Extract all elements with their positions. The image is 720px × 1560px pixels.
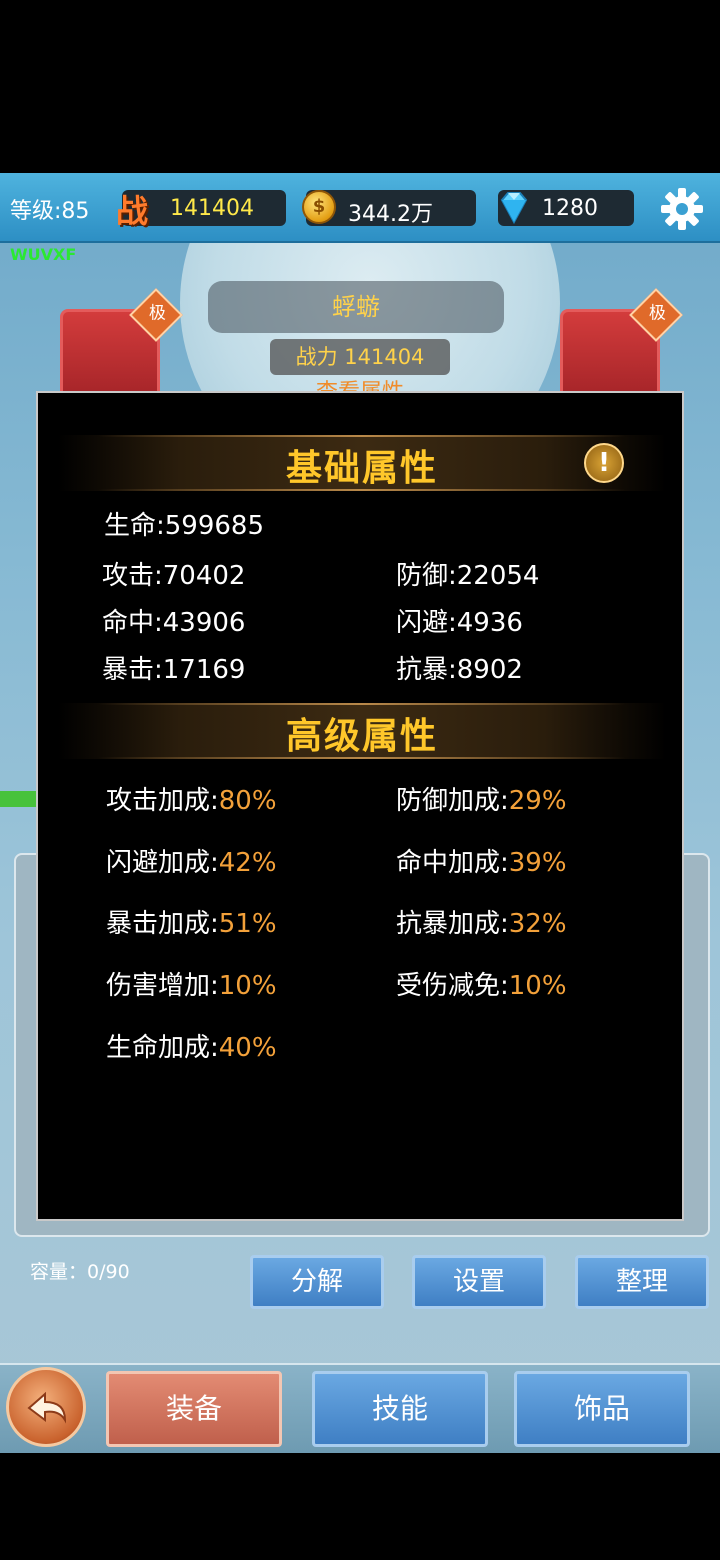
stat-hp: 生命:599685 bbox=[104, 511, 265, 541]
adv-crit-bonus: 暴击加成:51% bbox=[106, 909, 277, 939]
adv-dodge-bonus: 闪避加成:42% bbox=[106, 848, 277, 878]
basic-attributes-title: 基础属性 bbox=[285, 448, 438, 489]
decompose-button[interactable]: 分解 bbox=[250, 1255, 384, 1309]
top-status-bar: 等级:85 战 141404 $ 344.2万 1280 bbox=[0, 173, 720, 243]
adv-attack-bonus: 攻击加成:80% bbox=[106, 786, 277, 816]
stat-hit: 命中:43906 bbox=[102, 608, 246, 638]
adv-hp-bonus: 生命加成:40% bbox=[106, 1033, 277, 1063]
back-arrow-icon bbox=[27, 1391, 67, 1424]
stat-crit: 暴击:17169 bbox=[102, 655, 246, 685]
combat-power-display: 战 141404 bbox=[116, 190, 286, 230]
tab-accessories[interactable]: 饰品 bbox=[514, 1371, 690, 1447]
gold-display: $ 344.2万 bbox=[302, 190, 476, 227]
info-icon[interactable]: ! bbox=[584, 443, 624, 483]
stat-defense: 防御:22054 bbox=[396, 561, 540, 591]
adv-defense-bonus: 防御加成:29% bbox=[396, 786, 567, 816]
combat-power-icon: 战 bbox=[116, 192, 149, 230]
tab-equipment[interactable]: 装备 bbox=[106, 1371, 282, 1447]
settings-gear-icon[interactable] bbox=[658, 185, 706, 233]
advanced-attributes-header: 高级属性 bbox=[58, 703, 666, 759]
basic-attributes-header: 基础属性 ! bbox=[58, 435, 666, 491]
tab-skills[interactable]: 技能 bbox=[312, 1371, 488, 1447]
player-level: 等级:85 bbox=[10, 199, 90, 224]
view-attributes-link[interactable]: 查看属性 bbox=[300, 373, 420, 393]
attributes-dialog: 基础属性 ! 生命:599685 攻击:70402 防御:22054 命中:43… bbox=[36, 391, 684, 1221]
gold-value: 344.2万 bbox=[348, 202, 433, 227]
settings-button[interactable]: 设置 bbox=[412, 1255, 546, 1309]
stat-attack: 攻击:70402 bbox=[102, 561, 246, 591]
adv-damage-increase: 伤害增加:10% bbox=[106, 971, 277, 1001]
gold-coin-icon: $ bbox=[302, 190, 336, 224]
advanced-attributes-title: 高级属性 bbox=[285, 716, 438, 757]
stat-dodge: 闪避:4936 bbox=[396, 608, 523, 638]
diamond-icon bbox=[500, 192, 528, 225]
grade-badge: 极 bbox=[629, 288, 683, 342]
diamond-value: 1280 bbox=[542, 196, 598, 221]
back-arrow-button[interactable] bbox=[6, 1367, 86, 1447]
diamond-display: 1280 bbox=[498, 190, 634, 226]
adv-damage-reduction: 受伤减免:10% bbox=[396, 971, 567, 1001]
grade-badge: 极 bbox=[129, 288, 183, 342]
adv-hit-bonus: 命中加成:39% bbox=[396, 848, 567, 878]
inventory-capacity: 容量：0/90 bbox=[30, 1261, 130, 1283]
player-code: WUVXF bbox=[10, 245, 77, 264]
character-power: 战力 141404 bbox=[270, 339, 450, 375]
combat-power-value: 141404 bbox=[170, 196, 254, 221]
character-name: 蜉蝣 bbox=[208, 281, 504, 333]
stat-anti-crit: 抗暴:8902 bbox=[396, 655, 523, 685]
adv-anti-crit-bonus: 抗暴加成:32% bbox=[396, 909, 567, 939]
sort-button[interactable]: 整理 bbox=[575, 1255, 709, 1309]
progress-bar bbox=[0, 791, 40, 807]
